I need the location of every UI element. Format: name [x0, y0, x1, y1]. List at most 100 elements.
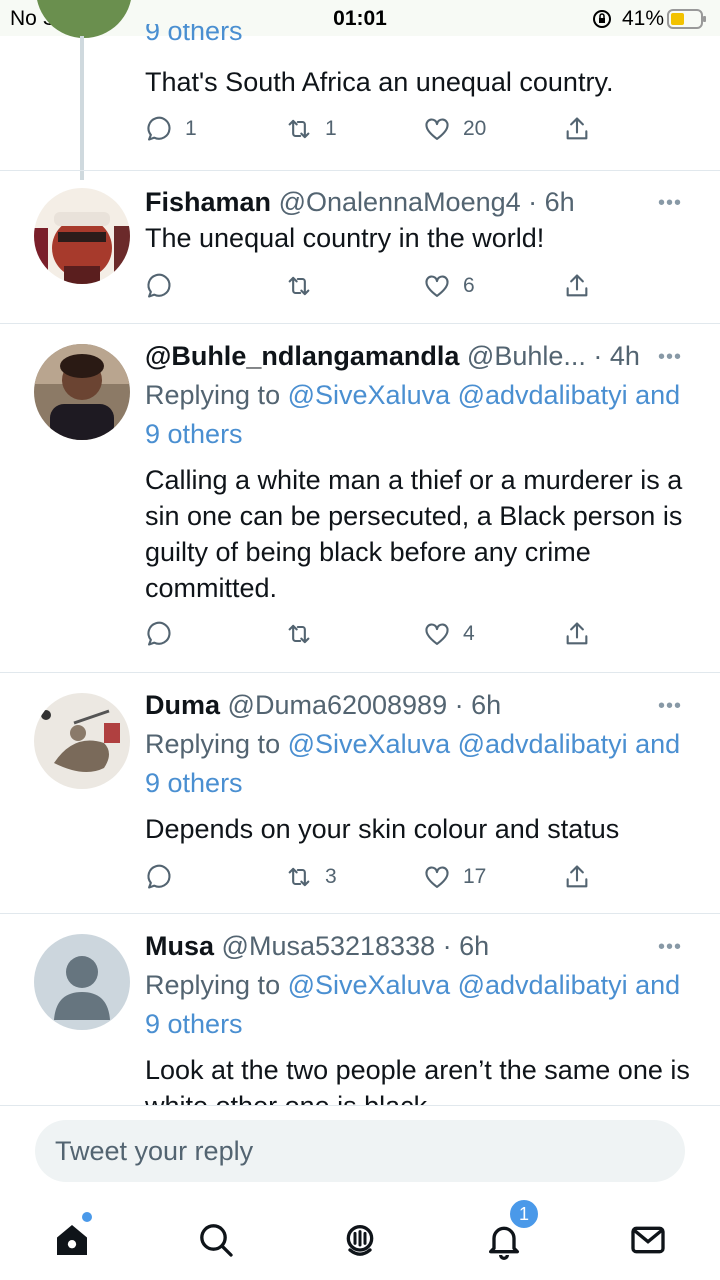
- tweet-reply-input[interactable]: [35, 1120, 685, 1182]
- like-count: 6: [463, 274, 475, 297]
- avatar[interactable]: [34, 693, 130, 789]
- home-icon: [57, 1225, 87, 1255]
- bottom-tab-bar: 1: [0, 1196, 720, 1280]
- heart-icon: [425, 623, 449, 645]
- display-name[interactable]: Musa: [145, 931, 214, 961]
- search-icon: [200, 1224, 233, 1257]
- like-count: 17: [463, 865, 487, 888]
- user-handle[interactable]: @Duma62008989: [228, 690, 448, 720]
- replying-to-label: Replying to: [145, 380, 281, 410]
- reply-icon: [147, 273, 171, 298]
- reply-count: 1: [185, 117, 197, 140]
- default-avatar-icon: [34, 934, 130, 1030]
- tweet-actions: 1 1 20: [145, 113, 605, 145]
- display-name[interactable]: @Buhle_ndlangamandla: [145, 341, 459, 371]
- retweet-button[interactable]: 1: [285, 113, 337, 145]
- reply-button[interactable]: 1: [145, 113, 197, 145]
- retweet-icon: [288, 119, 310, 139]
- reply-icon: [147, 116, 171, 141]
- replying-to-label: Replying to: [145, 729, 281, 759]
- tweet-text: That's South Africa an unequal country.: [145, 67, 614, 97]
- profile-photo: [34, 693, 130, 789]
- avatar[interactable]: [34, 344, 130, 440]
- tweet-header: Fishaman @OnalennaMoeng4 · 6h: [145, 186, 690, 218]
- like-count: 20: [463, 117, 487, 140]
- like-button[interactable]: 6: [423, 270, 475, 302]
- tab-messages[interactable]: [618, 1210, 678, 1270]
- tab-search[interactable]: [186, 1210, 246, 1270]
- retweet-button[interactable]: [285, 270, 325, 302]
- like-button[interactable]: 4: [423, 618, 475, 650]
- heart-icon: [425, 118, 449, 140]
- tab-home[interactable]: [42, 1210, 102, 1270]
- share-icon: [566, 274, 588, 297]
- avatar[interactable]: [34, 934, 130, 1030]
- tweet[interactable]: Fishaman @OnalennaMoeng4 · 6h The unequa…: [0, 170, 720, 324]
- share-button[interactable]: [563, 113, 591, 145]
- reply-icon: [147, 621, 171, 646]
- more-options-icon[interactable]: •••: [658, 192, 682, 215]
- tweet[interactable]: 9 others That's South Africa an unequal …: [0, 0, 720, 171]
- tweet[interactable]: Musa @Musa53218338 · 6h Replying to @Siv…: [0, 914, 720, 1105]
- tweet-text: Depends on your skin colour and status: [145, 814, 620, 844]
- tweet-header: Duma @Duma62008989 · 6h: [145, 689, 690, 721]
- profile-photo: [34, 344, 130, 440]
- share-icon: [566, 622, 588, 645]
- reply-feed[interactable]: 9 others That's South Africa an unequal …: [0, 0, 720, 1105]
- tweet-header: @Buhle_ndlangamandla @Buhle... · 4h: [145, 340, 690, 372]
- display-name[interactable]: Fishaman: [145, 187, 271, 217]
- tweet-header: Musa @Musa53218338 · 6h: [145, 930, 690, 962]
- tab-notifications[interactable]: 1: [474, 1198, 540, 1270]
- timestamp: · 6h: [528, 187, 575, 217]
- tweet[interactable]: @Buhle_ndlangamandla @Buhle... · 4h Repl…: [0, 324, 720, 673]
- more-options-icon[interactable]: •••: [658, 695, 682, 718]
- replying-to-label: Replying to: [145, 970, 281, 1000]
- display-name[interactable]: Duma: [145, 690, 220, 720]
- reply-button[interactable]: [145, 618, 185, 650]
- timestamp: · 6h: [454, 690, 502, 720]
- timestamp: · 4h: [593, 341, 640, 371]
- retweet-button[interactable]: [285, 618, 325, 650]
- replying-to: 9 others: [145, 24, 690, 44]
- retweet-icon: [288, 867, 310, 887]
- reply-composer: [0, 1105, 720, 1196]
- more-options-icon[interactable]: •••: [658, 936, 682, 959]
- avatar[interactable]: [34, 188, 130, 284]
- share-icon: [566, 117, 588, 140]
- reply-button[interactable]: [145, 270, 185, 302]
- retweet-icon: [288, 276, 310, 296]
- like-button[interactable]: 20: [423, 113, 486, 145]
- share-button[interactable]: [563, 270, 591, 302]
- retweet-count: 1: [325, 117, 337, 140]
- share-icon: [566, 865, 588, 888]
- like-count: 4: [463, 622, 475, 645]
- user-handle[interactable]: @Buhle...: [467, 341, 586, 371]
- more-options-icon[interactable]: •••: [658, 346, 682, 369]
- tweet-actions: 4: [145, 618, 605, 650]
- tweet-text: Look at the two people aren’t the same o…: [145, 1055, 690, 1105]
- replying-to: Replying to @SiveXaluva @advdalibatyi an…: [145, 376, 690, 454]
- tab-spaces[interactable]: [330, 1210, 390, 1270]
- user-handle[interactable]: @Musa53218338: [222, 931, 436, 961]
- share-button[interactable]: [563, 618, 591, 650]
- mail-icon: [631, 1226, 665, 1254]
- replying-to: Replying to @SiveXaluva @advdalibatyi an…: [145, 966, 690, 1044]
- heart-icon: [425, 275, 449, 297]
- tweet[interactable]: Duma @Duma62008989 · 6h Replying to @Siv…: [0, 673, 720, 914]
- tweet-text: Calling a white man a thief or a murdere…: [145, 465, 683, 603]
- mention-link[interactable]: 9 others: [145, 24, 690, 44]
- tweet-actions: 3 17: [145, 861, 605, 893]
- reply-button[interactable]: [145, 861, 185, 893]
- notification-badge: 1: [508, 1198, 540, 1230]
- share-button[interactable]: [563, 861, 591, 893]
- heart-icon: [425, 866, 449, 888]
- tweet-actions: 6: [145, 270, 605, 302]
- retweet-button[interactable]: 3: [285, 861, 337, 893]
- timestamp: · 6h: [442, 931, 490, 961]
- spaces-icon: [346, 1225, 374, 1256]
- user-handle[interactable]: @OnalennaMoeng4: [279, 187, 521, 217]
- replying-to: Replying to @SiveXaluva @advdalibatyi an…: [145, 725, 690, 803]
- tweet-text: The unequal country in the world!: [145, 223, 545, 253]
- like-button[interactable]: 17: [423, 861, 486, 893]
- profile-photo: [34, 188, 130, 284]
